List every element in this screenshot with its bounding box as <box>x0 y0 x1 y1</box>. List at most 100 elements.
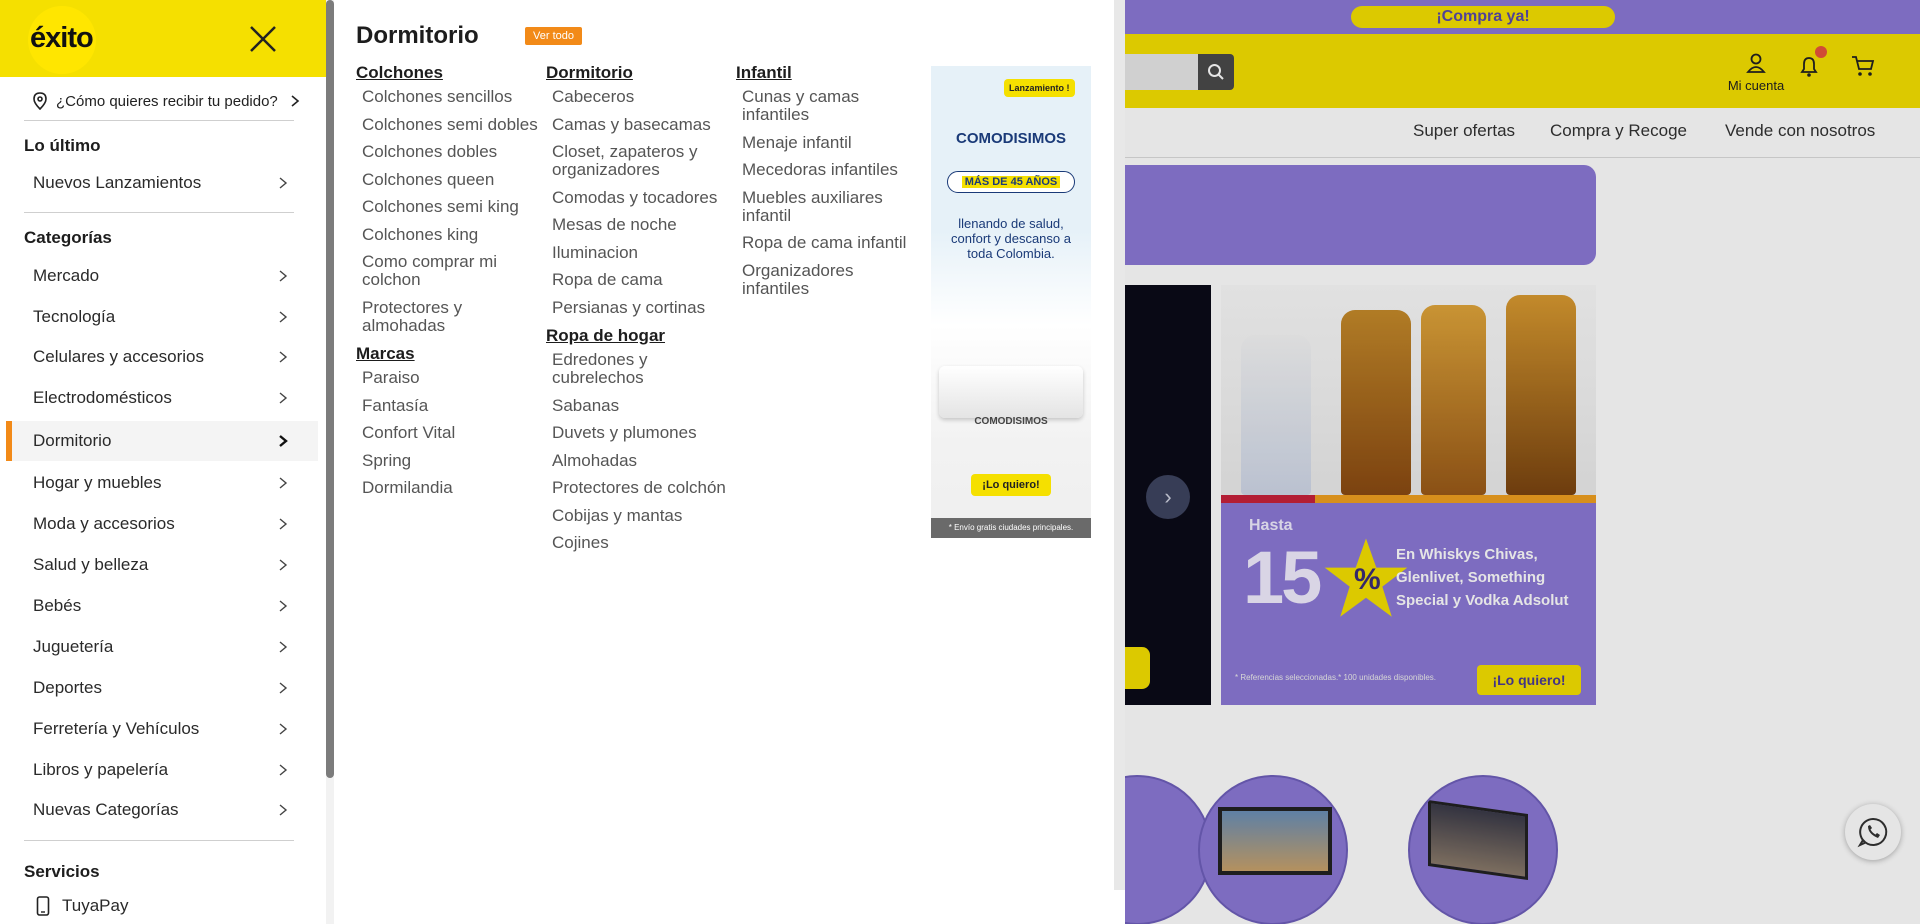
ad-years-text: MÁS DE 45 AÑOS <box>961 176 1061 188</box>
category-sidebar: éxito ¿Cómo quieres recibir tu pedido? L… <box>0 0 326 924</box>
menu-link[interactable]: Almohadas <box>546 451 731 470</box>
menu-link[interactable]: Colchones semi king <box>356 198 541 216</box>
chevron-right-icon <box>279 764 288 776</box>
menu-link[interactable]: Duvets y plumones <box>546 424 731 442</box>
menu-group-marcas: Marcas Paraiso Fantasía Confort Vital Sp… <box>356 344 541 497</box>
menu-link[interactable]: Paraiso <box>356 369 541 387</box>
close-icon[interactable] <box>248 24 278 54</box>
menu-group-title[interactable]: Ropa de hogar <box>546 326 731 346</box>
sidebar-item-label: Bebés <box>33 596 82 615</box>
ad-cta-button[interactable]: ¡Lo quiero! <box>971 474 1051 496</box>
sidebar-item-deportes[interactable]: Deportes <box>6 668 318 708</box>
menu-link[interactable]: Mesas de noche <box>546 216 731 234</box>
menu-link[interactable]: Colchones queen <box>356 170 541 189</box>
menu-link[interactable]: Closet, zapateros y organizadores <box>546 143 731 179</box>
menu-link[interactable]: Iluminacion <box>546 243 731 262</box>
services-section-title: Servicios <box>24 862 100 881</box>
sidebar-item-moda[interactable]: Moda y accesorios <box>6 504 318 544</box>
sidebar-item-label: Nuevos Lanzamientos <box>33 173 202 192</box>
sidebar-item-celulares[interactable]: Celulares y accesorios <box>6 337 318 377</box>
menu-link[interactable]: Dormilandia <box>356 479 541 497</box>
menu-link[interactable]: Confort Vital <box>356 424 541 442</box>
sidebar-item-libros[interactable]: Libros y papelería <box>6 750 318 790</box>
menu-link[interactable]: Organizadores infantiles <box>736 261 921 298</box>
sidebar-item-dormitorio[interactable]: Dormitorio <box>6 421 318 461</box>
menu-link[interactable]: Comodas y tocadores <box>546 188 731 207</box>
sidebar-item-tecnologia[interactable]: Tecnología <box>6 297 318 337</box>
menu-link[interactable]: Colchones semi dobles <box>356 115 541 134</box>
sidebar-item-label: Tecnología <box>33 307 116 326</box>
chevron-right-icon <box>279 641 288 653</box>
sidebar-item-hogar[interactable]: Hogar y muebles <box>6 463 318 503</box>
mega-column-3: Infantil Cunas y camas infantiles Menaje… <box>736 63 921 307</box>
delivery-prompt: ¿Cómo quieres recibir tu pedido? <box>56 92 278 110</box>
menu-group-title[interactable]: Infantil <box>736 63 921 83</box>
menu-group-ropa-de-hogar: Ropa de hogar Edredones y cubrelechos Sa… <box>546 326 731 552</box>
menu-link[interactable]: Como comprar mi colchon <box>356 253 541 289</box>
menu-link[interactable]: Cabeceros <box>546 88 731 106</box>
sidebar-item-jugueteria[interactable]: Juguetería <box>6 627 318 667</box>
sidebar-item-electrodomesticos[interactable]: Electrodomésticos <box>6 378 318 418</box>
sidebar-item-label: Electrodomésticos <box>33 388 172 407</box>
chevron-right-icon <box>291 95 300 107</box>
menu-group-title[interactable]: Colchones <box>356 63 541 83</box>
ad-launch-badge: Lanzamiento ! <box>1004 79 1075 97</box>
delivery-method-selector[interactable]: ¿Cómo quieres recibir tu pedido? <box>32 86 300 116</box>
menu-link[interactable]: Colchones dobles <box>356 143 541 161</box>
sidebar-item-nuevos-lanzamientos[interactable]: Nuevos Lanzamientos <box>6 163 318 203</box>
view-all-button[interactable]: Ver todo <box>525 27 582 45</box>
sidebar-scrollbar-thumb[interactable] <box>326 0 334 778</box>
menu-link[interactable]: Ropa de cama <box>546 271 731 289</box>
menu-link[interactable]: Muebles auxiliares infantil <box>736 188 921 225</box>
menu-link[interactable]: Menaje infantil <box>736 133 921 152</box>
ad-brand-footer: COMODISIMOS <box>974 416 1048 427</box>
phone-icon <box>36 896 50 916</box>
menu-link[interactable]: Colchones sencillos <box>356 88 541 106</box>
chevron-right-icon <box>279 600 288 612</box>
sidebar-item-label: Celulares y accesorios <box>33 347 205 366</box>
menu-link[interactable]: Ropa de cama infantil <box>736 234 921 252</box>
service-item-tuyapay[interactable]: TuyaPay <box>36 896 128 916</box>
comodisimos-ad-banner[interactable]: Lanzamiento ! COMODISIMOS MÁS DE 45 AÑOS… <box>931 66 1091 538</box>
menu-link[interactable]: Cojines <box>546 534 731 552</box>
sidebar-item-salud[interactable]: Salud y belleza <box>6 545 318 585</box>
menu-link[interactable]: Colchones king <box>356 225 541 244</box>
sidebar-item-nuevas-categorias[interactable]: Nuevas Categorías <box>6 790 318 830</box>
menu-link[interactable]: Cunas y camas infantiles <box>736 88 921 124</box>
sidebar-item-ferreteria[interactable]: Ferretería y Vehículos <box>6 709 318 749</box>
menu-link[interactable]: Spring <box>356 451 541 470</box>
menu-link[interactable]: Fantasía <box>356 396 541 415</box>
chevron-right-icon <box>279 518 288 530</box>
sidebar-item-label: Mercado <box>33 266 100 285</box>
sidebar-item-label: Moda y accesorios <box>33 514 175 533</box>
chevron-right-icon <box>279 392 288 404</box>
sidebar-item-bebes[interactable]: Bebés <box>6 586 318 626</box>
ad-copy: llenando de salud, confort y descanso a … <box>951 216 1071 261</box>
menu-link[interactable]: Camas y basecamas <box>546 115 731 134</box>
ad-brand: COMODISIMOS <box>955 130 1066 147</box>
menu-link[interactable]: Edredones y cubrelechos <box>546 351 731 387</box>
chevron-right-icon <box>279 351 288 363</box>
menu-link[interactable]: Protectores y almohadas <box>356 298 541 335</box>
mega-column-2: Dormitorio Cabeceros Camas y basecamas C… <box>546 63 731 562</box>
logo-text[interactable]: éxito <box>30 22 94 55</box>
sidebar-header: éxito <box>0 0 326 77</box>
menu-link[interactable]: Sabanas <box>546 396 731 415</box>
chevron-right-icon <box>279 270 288 282</box>
chevron-right-icon <box>279 435 288 447</box>
service-item-label: TuyaPay <box>62 896 129 915</box>
menu-link[interactable]: Mecedoras infantiles <box>736 161 921 179</box>
chevron-right-icon <box>279 804 288 816</box>
ad-years: MÁS DE 45 AÑOS <box>947 171 1075 193</box>
menu-link[interactable]: Protectores de colchón <box>546 479 731 497</box>
menu-group-title[interactable]: Marcas <box>356 344 541 364</box>
sidebar-item-mercado[interactable]: Mercado <box>6 256 318 296</box>
menu-link[interactable]: Persianas y cortinas <box>546 298 731 317</box>
sidebar-item-label: Deportes <box>33 678 102 697</box>
chevron-right-icon <box>279 723 288 735</box>
mega-menu-title: Dormitorio <box>356 22 479 49</box>
menu-group-colchones: Colchones Colchones sencillos Colchones … <box>356 63 541 335</box>
menu-group-title[interactable]: Dormitorio <box>546 63 731 83</box>
mega-menu-scrollbar[interactable] <box>1114 0 1125 890</box>
menu-link[interactable]: Cobijas y mantas <box>546 506 731 525</box>
